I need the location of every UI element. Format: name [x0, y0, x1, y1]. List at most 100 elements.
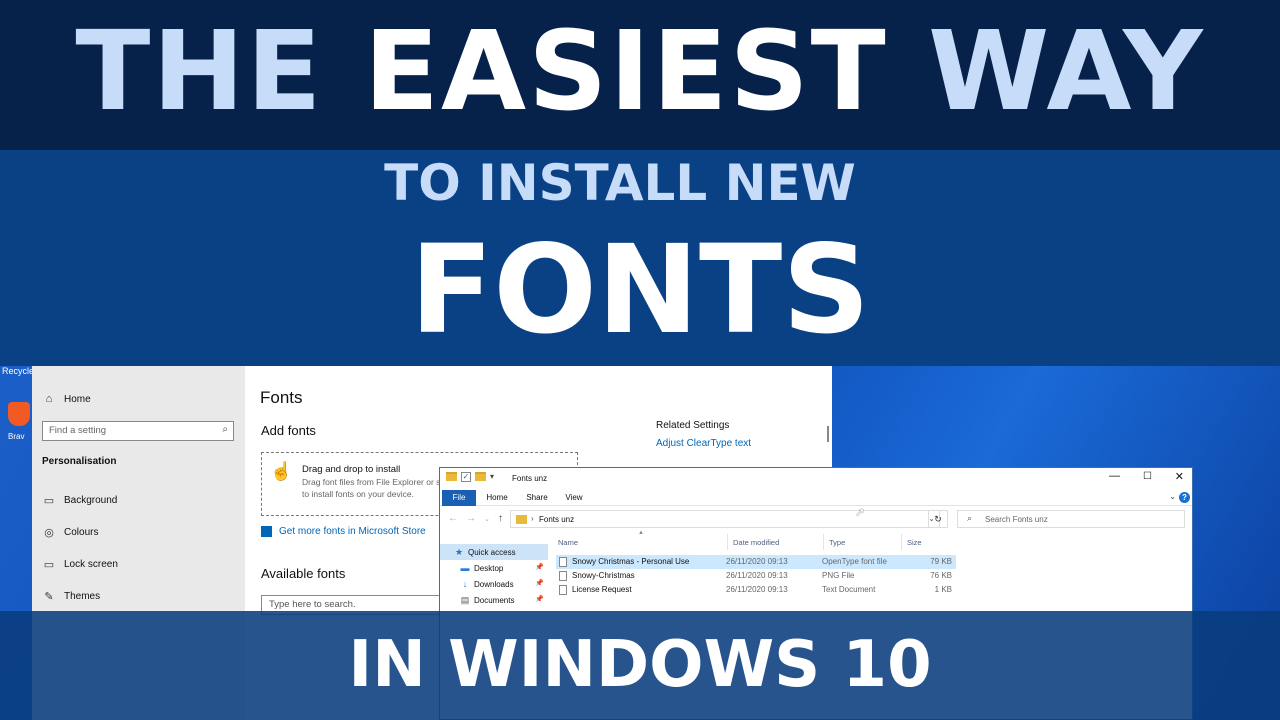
title-word-way: WAY: [928, 7, 1205, 135]
tab-view[interactable]: View: [562, 490, 586, 506]
column-divider[interactable]: [823, 534, 824, 550]
chevron-down-icon[interactable]: ⌄: [1169, 492, 1176, 501]
minimize-icon[interactable]: —: [1109, 470, 1120, 482]
monitor-icon: ▭: [43, 558, 55, 571]
column-header-type[interactable]: Type: [829, 538, 845, 547]
scrollbar[interactable]: [827, 426, 829, 442]
sidebar-item-home[interactable]: ⌂ Home: [42, 389, 91, 409]
address-bar[interactable]: › Fonts unz ⌄: [510, 510, 940, 528]
store-icon: [261, 526, 272, 537]
search-icon: ⌕: [967, 513, 973, 523]
help-icon[interactable]: ?: [1179, 492, 1190, 503]
title-word-easiest: EASIEST: [363, 7, 888, 135]
brave-logo-icon: [8, 402, 30, 426]
title-banner-top: THE EASIEST WAY: [0, 0, 1280, 150]
pin-icon: 📌: [535, 564, 544, 571]
sidebar-item-label: Home: [64, 393, 91, 405]
microsoft-store-link[interactable]: Get more fonts in Microsoft Store: [261, 526, 426, 537]
sidebar-item-background[interactable]: ▭ Background: [42, 490, 118, 510]
file-size: 79 KB: [930, 557, 952, 566]
drop-zone-title: Drag and drop to install: [302, 464, 401, 475]
download-icon: ↓: [462, 579, 468, 589]
font-file-icon: [559, 557, 567, 567]
pin-icon: 📌: [535, 580, 544, 587]
properties-icon[interactable]: ✓: [461, 472, 471, 482]
recycle-bin-icon[interactable]: Recycle: [2, 366, 34, 376]
close-icon[interactable]: ✕: [1175, 470, 1184, 483]
image-file-icon: [559, 571, 567, 581]
page-title: Fonts: [260, 388, 303, 407]
search-placeholder: Search Fonts unz: [985, 515, 1048, 524]
title-word-the: THE: [75, 7, 324, 135]
sidebar-section-title: Personalisation: [42, 456, 117, 467]
refresh-button[interactable]: ↻: [928, 510, 948, 528]
chevron-right-icon: ›: [531, 514, 534, 523]
column-divider[interactable]: [901, 534, 902, 550]
column-header-size[interactable]: Size: [907, 538, 922, 547]
nav-item-documents[interactable]: ▤ Documents 📌: [440, 592, 548, 608]
file-type: OpenType font file: [822, 557, 887, 566]
new-folder-icon[interactable]: [475, 472, 486, 481]
home-icon: ⌂: [45, 393, 53, 405]
file-date: 26/11/2020 09:13: [726, 571, 788, 580]
search-icon: ⌕: [222, 424, 228, 435]
file-row[interactable]: Snowy-Christmas 26/11/2020 09:13 PNG Fil…: [556, 569, 956, 583]
nav-item-label: Desktop: [474, 563, 504, 573]
nav-item-quick-access[interactable]: ★ Quick access: [440, 544, 548, 560]
cleartype-link[interactable]: Adjust ClearType text: [656, 438, 751, 449]
up-arrow-icon[interactable]: ↑: [498, 513, 503, 524]
title-line-1: THE EASIEST WAY: [0, 6, 1280, 136]
sidebar-item-label: Colours: [64, 526, 99, 538]
column-divider[interactable]: [727, 534, 728, 550]
forward-arrow-icon[interactable]: →: [466, 513, 476, 524]
file-row[interactable]: License Request 26/11/2020 09:13 Text Do…: [556, 583, 956, 597]
sidebar-item-themes[interactable]: ✎ Themes: [42, 586, 100, 606]
brave-browser-icon[interactable]: Brav: [8, 402, 34, 444]
title-line-2: TO INSTALL NEW: [384, 154, 856, 212]
mouse-cursor-icon: ➚: [855, 505, 866, 519]
back-arrow-icon[interactable]: ←: [448, 513, 458, 524]
palette-icon: ◎: [44, 526, 54, 539]
sort-caret-icon: ▲: [638, 530, 644, 536]
tab-file[interactable]: File: [442, 490, 476, 506]
file-date: 26/11/2020 09:13: [726, 585, 788, 594]
file-type: Text Document: [822, 585, 876, 594]
find-setting-input[interactable]: Find a setting ⌕: [42, 421, 234, 441]
column-header-name[interactable]: Name: [558, 538, 578, 547]
desktop-icon: ▬: [460, 563, 470, 573]
file-name: Snowy-Christmas: [572, 571, 635, 580]
file-size: 1 KB: [934, 585, 952, 594]
title-line-3: FONTS: [409, 219, 871, 361]
address-path: Fonts unz: [539, 515, 575, 524]
file-size: 76 KB: [930, 571, 952, 580]
tab-share[interactable]: Share: [522, 490, 552, 506]
explorer-search-input[interactable]: ⌕ Search Fonts unz: [957, 510, 1185, 528]
window-title: Fonts unz: [512, 474, 548, 483]
maximize-icon[interactable]: ☐: [1143, 471, 1152, 482]
quick-access-toolbar: ✓ ▾: [446, 472, 494, 482]
desktop-icon-label: Recycle: [2, 366, 35, 376]
sidebar-item-label: Lock screen: [64, 558, 118, 570]
find-setting-placeholder: Find a setting: [49, 425, 107, 436]
text-file-icon: [559, 585, 567, 595]
tab-home[interactable]: Home: [484, 490, 510, 506]
sidebar-item-lock-screen[interactable]: ▭ Lock screen: [42, 554, 118, 574]
chevron-down-icon[interactable]: ▾: [490, 472, 494, 482]
address-bar-row: ← → ⌄ ↑ › Fonts unz ⌄ ↻ ⌕ Search Fonts u…: [440, 508, 1192, 530]
ribbon-tabs: File Home Share View ⌄ ?: [440, 490, 1192, 506]
nav-item-desktop[interactable]: ▬ Desktop 📌: [440, 560, 548, 576]
file-row[interactable]: Snowy Christmas - Personal Use 26/11/202…: [556, 555, 956, 569]
pin-icon: 📌: [535, 596, 544, 603]
column-header-date[interactable]: Date modified: [733, 538, 779, 547]
folder-icon[interactable]: [446, 472, 457, 481]
sidebar-item-colours[interactable]: ◎ Colours: [42, 522, 98, 542]
file-name: Snowy Christmas - Personal Use: [572, 557, 690, 566]
folder-icon: [516, 515, 527, 524]
related-settings-heading: Related Settings: [656, 420, 730, 431]
recent-locations-icon[interactable]: ⌄: [484, 515, 490, 523]
hand-pointer-icon: ☝: [270, 461, 293, 481]
document-icon: ▤: [460, 594, 470, 605]
sidebar-item-label: Background: [64, 494, 118, 506]
nav-item-downloads[interactable]: ↓ Downloads 📌: [440, 576, 548, 592]
nav-item-label: Documents: [474, 595, 515, 605]
